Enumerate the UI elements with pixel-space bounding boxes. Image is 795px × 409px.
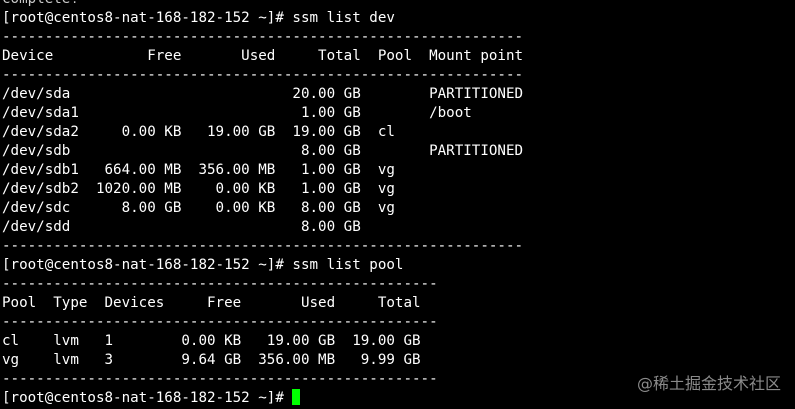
dev-table-row: /dev/sdb2 1020.00 MB 0.00 KB 1.00 GB vg — [2, 181, 395, 197]
dev-table-row: /dev/sdd 8.00 GB — [2, 219, 361, 235]
dev-table-header: Device Free Used Total Pool Mount point — [2, 48, 524, 64]
dev-table-row: /dev/sdb 8.00 GB PARTITIONED — [2, 143, 524, 159]
command-line: [root@centos8-nat-168-182-152 ~]# ssm li… — [2, 10, 395, 26]
separator-line: ----------------------------------------… — [2, 29, 524, 45]
pool-table-row: vg lvm 3 9.64 GB 356.00 MB 9.99 GB — [2, 352, 421, 368]
watermark: @稀土掘金技术社区 — [636, 374, 781, 393]
text-cursor — [292, 389, 301, 405]
terminal-line: complete! — [2, 0, 792, 9]
dev-table-row: /dev/sda2 0.00 KB 19.00 GB 19.00 GB cl — [2, 124, 395, 140]
dev-table-row: /dev/sda 20.00 GB PARTITIONED — [2, 86, 524, 102]
separator-line: ----------------------------------------… — [2, 238, 524, 254]
pool-table-row: cl lvm 1 0.00 KB 19.00 GB 19.00 GB — [2, 333, 421, 349]
separator-line: ----------------------------------------… — [2, 276, 438, 292]
dev-table-row: /dev/sdc 8.00 GB 0.00 KB 8.00 GB vg — [2, 200, 395, 216]
pool-table-header: Pool Type Devices Free Used Total — [2, 295, 421, 311]
command-line: [root@centos8-nat-168-182-152 ~]# ssm li… — [2, 257, 404, 273]
separator-line: ----------------------------------------… — [2, 67, 524, 83]
dev-table-row: /dev/sda1 1.00 GB /boot — [2, 105, 472, 121]
separator-line: ----------------------------------------… — [2, 314, 438, 330]
dev-table-row: /dev/sdb1 664.00 MB 356.00 MB 1.00 GB vg — [2, 162, 395, 178]
prompt-text: [root@centos8-nat-168-182-152 ~]# — [2, 390, 293, 406]
terminal-window[interactable]: complete! [root@centos8-nat-168-182-152 … — [2, 0, 792, 408]
